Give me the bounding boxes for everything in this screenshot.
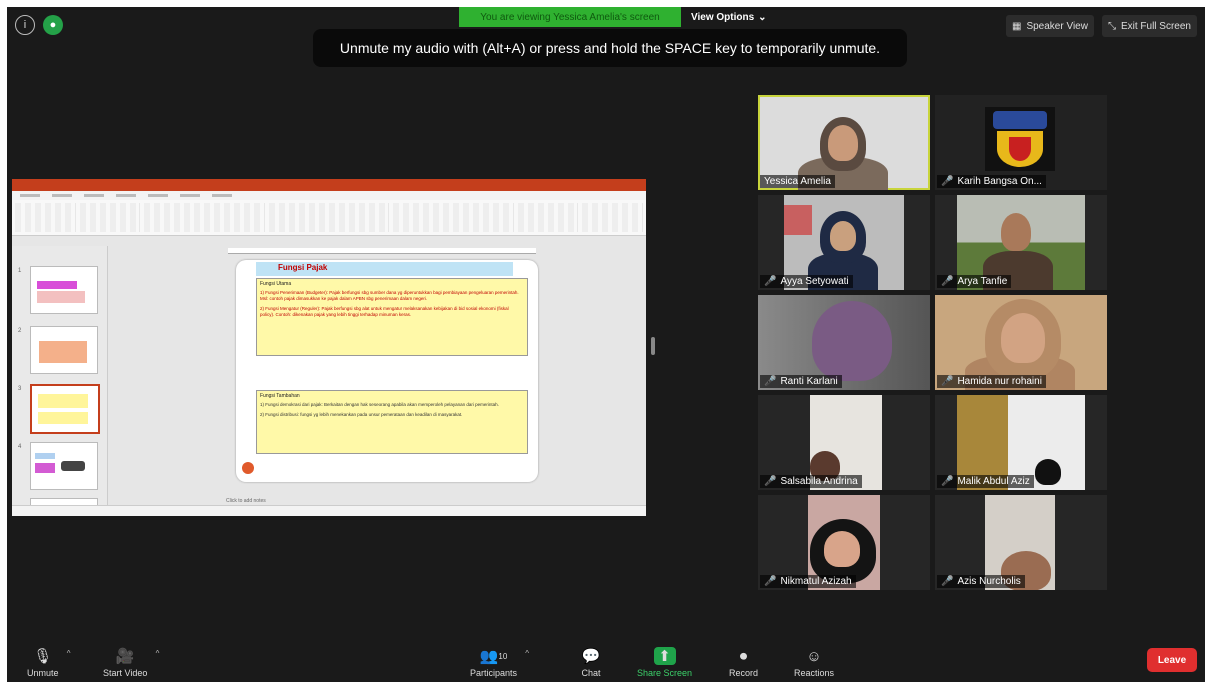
box2-heading: Fungsi Tambahan	[260, 393, 300, 399]
powerpoint-statusbar	[12, 505, 646, 516]
chevron-up-icon[interactable]: ^	[156, 649, 160, 658]
video-tile[interactable]: 🎤 Malik Abdul Aziz	[935, 395, 1107, 490]
slide-thumbnails: 1 2 3 4	[12, 246, 108, 508]
participant-name-label: 🎤 Azis Nurcholis	[937, 575, 1025, 588]
slide-logo-dot	[242, 462, 254, 474]
security-shield-icon[interactable]: ●	[43, 15, 63, 35]
slide-title: Fungsi Pajak	[278, 263, 328, 272]
muted-mic-icon: 🎤	[764, 476, 777, 487]
top-left-icons: i ●	[15, 15, 63, 35]
box1-item1: 1) Fungsi Penerimaan (Budgeter): Pajak b…	[260, 290, 519, 301]
fungsi-utama-box: Fungsi Utama 1) Fungsi Penerimaan (Budge…	[256, 278, 528, 356]
share-screen-label: Share Screen	[637, 668, 693, 678]
muted-mic-icon: 🎤	[941, 276, 954, 287]
chevron-up-icon[interactable]: ^	[67, 649, 71, 658]
video-tile[interactable]: 🎤 Arya Tanfie	[935, 195, 1107, 290]
participant-name-label: Yessica Amelia	[760, 175, 835, 188]
leave-button[interactable]: Leave	[1147, 648, 1197, 672]
speaker-view-icon: ▦	[1011, 20, 1022, 32]
muted-microphone-icon: 🎙	[33, 648, 53, 665]
unmute-label: Unmute	[27, 668, 59, 678]
muted-mic-icon: 🎤	[941, 176, 954, 187]
participant-name-label: 🎤 Karih Bangsa On...	[937, 175, 1046, 188]
view-options-button[interactable]: View Options ⌄	[691, 7, 767, 27]
chevron-down-icon: ⌄	[758, 11, 767, 23]
slide-canvas: Fungsi Pajak Fungsi Utama 1) Fungsi Pene…	[108, 246, 646, 506]
muted-mic-icon: 🎤	[941, 476, 954, 487]
muted-mic-icon: 🎤	[764, 376, 777, 387]
muted-mic-icon: 🎤	[764, 576, 777, 587]
slide-thumbnail	[30, 326, 98, 374]
participants-button[interactable]: 👥 10 ^ Participants	[470, 647, 529, 678]
speaker-view-button[interactable]: ▦ Speaker View	[1005, 15, 1094, 37]
powerpoint-body: 1 2 3 4 Fungsi Pajak Fungsi Utama 1) Fun…	[12, 246, 646, 508]
fungsi-tambahan-box: Fungsi Tambahan 1) Fungsi demokrasi dari…	[256, 390, 528, 454]
record-label: Record	[729, 668, 759, 678]
chat-label: Chat	[581, 668, 601, 678]
view-options-label: View Options	[691, 11, 755, 23]
start-video-label: Start Video	[103, 668, 148, 678]
exit-fullscreen-button[interactable]: ⤡ Exit Full Screen	[1101, 15, 1197, 37]
viewing-screen-banner: You are viewing Yessica Amelia's screen	[459, 7, 681, 27]
current-slide: Fungsi Pajak Fungsi Utama 1) Fungsi Pene…	[236, 260, 538, 482]
info-icon[interactable]: i	[15, 15, 35, 35]
video-tile[interactable]: 🎤 Hamida nur rohaini	[935, 295, 1107, 390]
powerpoint-ribbon	[12, 200, 646, 236]
muted-mic-icon: 🎤	[941, 376, 954, 387]
participant-name-label: 🎤 Ranti Karlani	[760, 375, 842, 388]
top-right-controls: ▦ Speaker View ⤡ Exit Full Screen	[1005, 15, 1197, 37]
reactions-button[interactable]: ☺ Reactions	[794, 647, 835, 679]
participants-label: Participants	[470, 668, 518, 678]
start-video-button[interactable]: 🎥 ^ Start Video	[103, 647, 159, 678]
video-tile[interactable]: 🎤 Karih Bangsa On...	[935, 95, 1107, 190]
unmute-tooltip: Unmute my audio with (Alt+A) or press an…	[313, 29, 907, 67]
powerpoint-titlebar	[12, 179, 646, 191]
chat-icon: 💬	[581, 648, 601, 665]
video-tile[interactable]: 🎤 Salsabila Andrina	[758, 395, 930, 490]
exit-fullscreen-icon: ⤡	[1107, 20, 1116, 32]
video-tile[interactable]: 🎤 Ayya Setyowati	[758, 195, 930, 290]
participants-count: 10	[498, 651, 508, 661]
muted-mic-icon: 🎤	[941, 576, 954, 587]
zoom-meeting-window: i ● You are viewing Yessica Amelia's scr…	[7, 7, 1205, 682]
box2-item1: 1) Fungsi demokrasi dari pajak: Berkaita…	[260, 402, 499, 407]
video-tile[interactable]: 🎤 Azis Nurcholis	[935, 495, 1107, 590]
logo-image	[985, 107, 1055, 171]
video-tile[interactable]: 🎤 Ranti Karlani	[758, 295, 930, 390]
record-button[interactable]: ⏺ Record	[729, 647, 759, 679]
box1-heading: Fungsi Utama	[260, 281, 292, 287]
muted-mic-icon: 🎤	[764, 276, 777, 287]
speaker-view-label: Speaker View	[1026, 20, 1088, 32]
slide-thumbnail-selected	[30, 384, 100, 434]
box1-item2: 2) Fungsi Mengatur (Reguler): Pajak berf…	[260, 306, 509, 317]
slide-notes[interactable]: Click to add notes	[226, 498, 266, 504]
participants-icon: 👥 10	[479, 648, 508, 665]
participant-name-label: 🎤 Salsabila Andrina	[760, 475, 862, 488]
exit-fullscreen-label: Exit Full Screen	[1120, 20, 1191, 32]
video-tile[interactable]: Yessica Amelia	[758, 95, 930, 190]
reactions-label: Reactions	[794, 668, 835, 678]
chevron-up-icon[interactable]: ^	[525, 649, 529, 658]
video-off-icon: 🎥	[115, 648, 135, 665]
participant-name-label: 🎤 Arya Tanfie	[937, 275, 1012, 288]
panel-resize-handle[interactable]	[651, 337, 655, 355]
powerpoint-ribbon-tabs	[12, 191, 646, 200]
shared-screen: 1 2 3 4 Fungsi Pajak Fungsi Utama 1) Fun…	[12, 179, 646, 516]
share-screen-button[interactable]: ⬆ Share Screen	[637, 647, 692, 678]
participant-name-label: 🎤 Hamida nur rohaini	[937, 375, 1046, 388]
reactions-icon: ☺	[806, 647, 822, 665]
record-icon: ⏺	[739, 647, 748, 665]
share-screen-icon: ⬆	[653, 647, 676, 665]
ruler	[228, 248, 536, 254]
slide-thumbnail	[30, 266, 98, 314]
participant-name-label: 🎤 Ayya Setyowati	[760, 275, 853, 288]
participant-name-label: 🎤 Nikmatul Azizah	[760, 575, 856, 588]
chat-button[interactable]: 💬 Chat	[580, 647, 602, 678]
meeting-toolbar: 🎙 ^ Unmute 🎥 ^ Start Video 👥 10 ^ Partici…	[7, 632, 1205, 682]
unmute-button[interactable]: 🎙 ^ Unmute	[27, 647, 71, 678]
participant-name-label: 🎤 Malik Abdul Aziz	[937, 475, 1034, 488]
slide-thumbnail	[30, 442, 98, 490]
box2-item2: 2) Fungsi distribusi: fungsi yg lebih me…	[260, 412, 463, 417]
video-tile[interactable]: 🎤 Nikmatul Azizah	[758, 495, 930, 590]
